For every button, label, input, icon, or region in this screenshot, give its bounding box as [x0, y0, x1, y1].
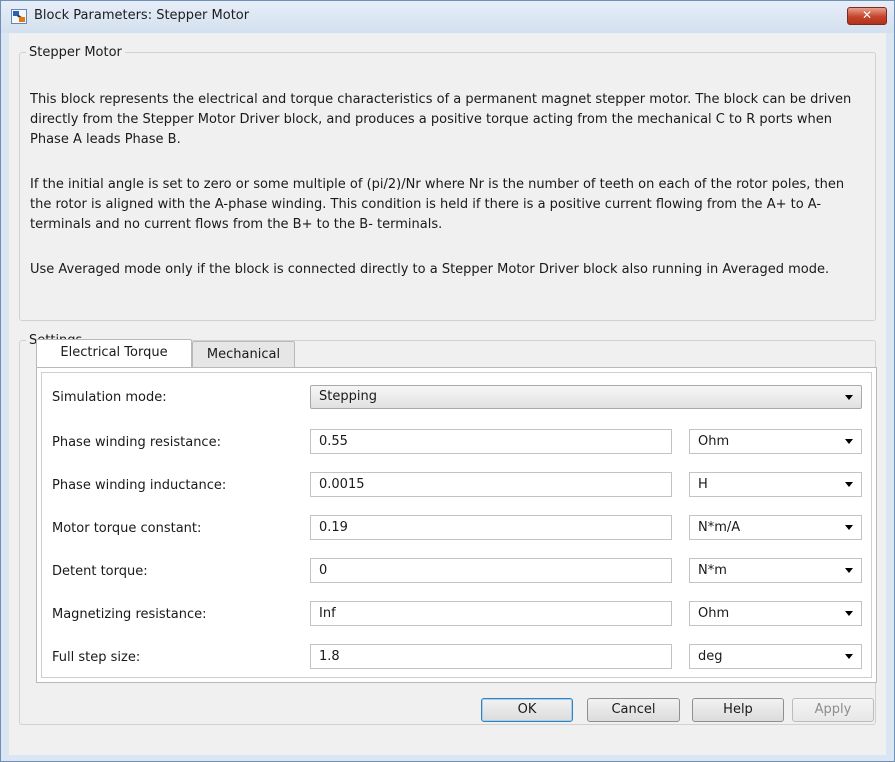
simulink-block-icon: [11, 9, 27, 24]
chevron-down-icon: [845, 568, 853, 573]
unit-value: Ohm: [698, 606, 730, 621]
chevron-down-icon: [845, 525, 853, 530]
motor-torque-constant-unit[interactable]: N*m/A: [689, 515, 862, 540]
description-paragraph: Use Averaged mode only if the block is c…: [30, 262, 830, 277]
detent-torque-unit[interactable]: N*m: [689, 558, 862, 583]
detent-torque-label: Detent torque:: [52, 564, 148, 579]
description-group-title: Stepper Motor: [29, 45, 122, 60]
electrical-torque-panel: Simulation mode: Stepping Phase winding …: [36, 367, 877, 683]
ok-button[interactable]: OK: [481, 698, 573, 722]
unit-value: deg: [698, 649, 723, 664]
unit-value: N*m: [698, 563, 727, 578]
magnetizing-resistance-input[interactable]: Inf: [310, 601, 672, 626]
description-paragraph: This block represents the electrical and…: [30, 92, 852, 147]
phase-winding-resistance-unit[interactable]: Ohm: [689, 429, 862, 454]
simulation-mode-value: Stepping: [319, 389, 377, 404]
window-title: Block Parameters: Stepper Motor: [34, 8, 250, 23]
unit-value: Ohm: [698, 434, 730, 449]
phase-winding-resistance-label: Phase winding resistance:: [52, 435, 221, 450]
close-icon[interactable]: ✕: [847, 7, 887, 25]
unit-value: H: [698, 477, 708, 492]
chevron-down-icon: [845, 482, 853, 487]
magnetizing-resistance-label: Magnetizing resistance:: [52, 607, 207, 622]
apply-button[interactable]: Apply: [792, 698, 874, 722]
tab-mechanical[interactable]: Mechanical: [192, 341, 295, 367]
detent-torque-input[interactable]: 0: [310, 558, 672, 583]
phase-winding-inductance-unit[interactable]: H: [689, 472, 862, 497]
full-step-size-unit[interactable]: deg: [689, 644, 862, 669]
description-group: Stepper Motor This block represents the …: [19, 45, 876, 321]
simulation-mode-label: Simulation mode:: [52, 390, 167, 405]
phase-winding-inductance-input[interactable]: 0.0015: [310, 472, 672, 497]
dialog-window: Block Parameters: Stepper Motor ✕ Steppe…: [0, 0, 895, 762]
chevron-down-icon: [845, 654, 853, 659]
help-button[interactable]: Help: [692, 698, 784, 722]
chevron-down-icon: [845, 395, 853, 400]
description-paragraph: If the initial angle is set to zero or s…: [30, 177, 845, 232]
phase-winding-resistance-input[interactable]: 0.55: [310, 429, 672, 454]
tab-electrical-torque[interactable]: Electrical Torque: [36, 339, 192, 367]
chevron-down-icon: [845, 611, 853, 616]
magnetizing-resistance-unit[interactable]: Ohm: [689, 601, 862, 626]
full-step-size-input[interactable]: 1.8: [310, 644, 672, 669]
simulation-mode-dropdown[interactable]: Stepping: [310, 385, 862, 409]
full-step-size-label: Full step size:: [52, 650, 141, 665]
title-bar[interactable]: Block Parameters: Stepper Motor ✕: [1, 1, 894, 33]
phase-winding-inductance-label: Phase winding inductance:: [52, 478, 227, 493]
motor-torque-constant-input[interactable]: 0.19: [310, 515, 672, 540]
unit-value: N*m/A: [698, 520, 741, 535]
motor-torque-constant-label: Motor torque constant:: [52, 521, 202, 536]
chevron-down-icon: [845, 439, 853, 444]
cancel-button[interactable]: Cancel: [587, 698, 680, 722]
